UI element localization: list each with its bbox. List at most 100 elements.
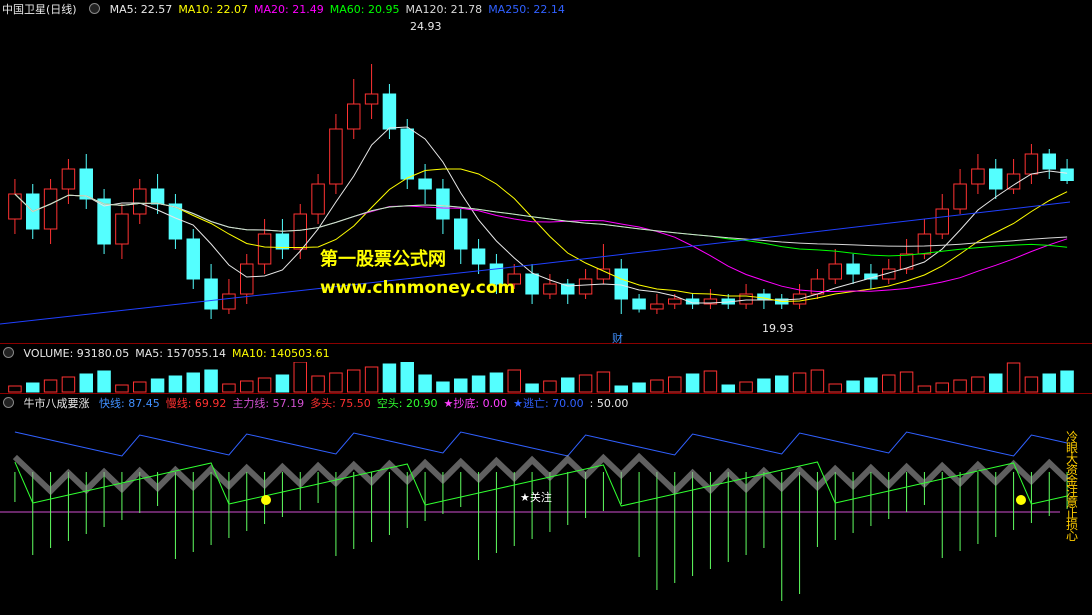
volume-bar — [79, 373, 93, 393]
volume-bar — [382, 363, 397, 393]
candle-body — [400, 128, 414, 180]
candle-body — [418, 178, 432, 190]
candle-body — [846, 263, 860, 275]
candle-body — [347, 103, 361, 130]
volume-bar — [864, 377, 878, 393]
volume-bar — [668, 376, 682, 393]
volume-bar — [26, 382, 40, 393]
volume-chart[interactable] — [0, 362, 1092, 394]
volume-bar — [971, 376, 985, 393]
watermark-title: 第一股票公式网 — [320, 249, 446, 270]
indicator-name: 牛市八成要涨 — [23, 397, 90, 410]
volume-bar — [1042, 373, 1056, 393]
candle-body — [454, 218, 468, 250]
volume-bar — [364, 366, 379, 393]
indicator-menu-icon[interactable] — [3, 397, 14, 408]
panel-menu-icon[interactable] — [89, 3, 101, 14]
candle-body — [828, 263, 842, 280]
candle-body — [115, 213, 129, 245]
candlestick-chart[interactable] — [0, 14, 1092, 344]
volume-bar — [614, 385, 628, 393]
volume-bar — [97, 370, 111, 393]
volume-bar — [1024, 376, 1039, 393]
volume-label-0: VOLUME: 93180.05 — [23, 347, 130, 360]
volume-bar — [953, 379, 967, 393]
volume-bar — [204, 369, 218, 393]
candle-body — [953, 183, 967, 210]
volume-bar — [275, 374, 290, 393]
candle-body — [311, 183, 325, 215]
candle-body — [257, 233, 272, 265]
candle-body — [632, 298, 646, 310]
candle-body — [1060, 168, 1074, 181]
volume-bar — [882, 374, 896, 393]
volume-bar — [1006, 362, 1021, 393]
volume-bar — [775, 375, 789, 393]
fast-line — [14, 431, 1068, 457]
volume-bar — [810, 369, 825, 393]
candle-body — [382, 93, 397, 130]
indicator-label-6: ★逃亡: 70.00 — [513, 397, 584, 410]
indicator-values: 快线: 87.45 慢线: 69.92 主力线: 57.19 多头: 75.50 空头:… — [99, 397, 634, 410]
volume-menu-icon[interactable] — [3, 347, 14, 358]
watermark-url: www.chnmoney.com — [320, 278, 516, 298]
volume-bar — [186, 372, 200, 393]
indicator-chart[interactable] — [0, 412, 1092, 612]
candle-body — [240, 263, 254, 295]
volume-bar — [721, 384, 735, 393]
candle-body — [668, 298, 682, 305]
candle-body — [204, 278, 218, 310]
volume-bar — [240, 380, 254, 393]
indicator-label-5: ★抄底: 0.00 — [443, 397, 508, 410]
indicator-label-4: 空头: 20.90 — [376, 397, 438, 410]
volume-bar — [150, 378, 165, 393]
volume-bar — [685, 373, 700, 393]
indicator-label-7: : 50.00 — [589, 397, 629, 410]
candle-body — [1006, 173, 1021, 190]
volume-bar — [792, 372, 807, 393]
volume-bar — [757, 378, 771, 393]
indicator-label-1: 慢线: 69.92 — [165, 397, 227, 410]
financial-report-marker[interactable]: 财 — [612, 330, 623, 346]
candle-body — [222, 293, 236, 310]
candle-body — [436, 188, 450, 220]
candle-body — [364, 93, 379, 105]
indicator-panel-header: 牛市八成要涨 快线: 87.45 慢线: 69.92 主力线: 57.19 多头: 7… — [0, 396, 640, 412]
volume-bar — [347, 369, 361, 393]
volume-bar — [329, 372, 343, 393]
volume-bar — [454, 378, 468, 393]
volume-bar — [525, 383, 539, 393]
volume-bar — [400, 362, 414, 393]
volume-bar — [561, 377, 575, 393]
volume-bar — [917, 385, 932, 393]
buy-marker — [1016, 495, 1026, 505]
volume-bar — [43, 379, 58, 393]
volume-bar — [846, 380, 860, 393]
indicator-label-0: 快线: 87.45 — [99, 397, 160, 410]
volume-bar — [168, 375, 183, 393]
indicator-label-3: 多头: 75.50 — [310, 397, 371, 410]
volume-bar — [293, 362, 307, 393]
candle-body — [1042, 153, 1056, 170]
volume-bar — [543, 380, 557, 393]
candle-body — [989, 168, 1003, 190]
candle-body — [614, 268, 628, 300]
volume-bar — [489, 372, 504, 393]
volume-bar — [632, 382, 646, 393]
volume-panel-header: VOLUME: 93180.05 MA5: 157055.14 MA10: 1405… — [0, 346, 342, 362]
volume-bar — [1060, 370, 1074, 393]
volume-label-2: MA10: 140503.61 — [231, 347, 330, 360]
candle-body — [578, 278, 593, 295]
volume-bar — [989, 373, 1003, 393]
side-warning-text: 冷眼大资金注意止损心 — [1066, 430, 1079, 543]
volume-bar — [115, 384, 129, 393]
volume-bar — [133, 381, 147, 393]
candle-body — [133, 188, 147, 215]
candle-body — [329, 128, 343, 185]
volume-bar — [739, 381, 753, 393]
volume-bar — [935, 382, 949, 393]
volume-bar — [257, 377, 272, 393]
volume-bar — [899, 371, 914, 393]
candle-body — [971, 168, 985, 185]
volume-bar — [222, 383, 236, 393]
